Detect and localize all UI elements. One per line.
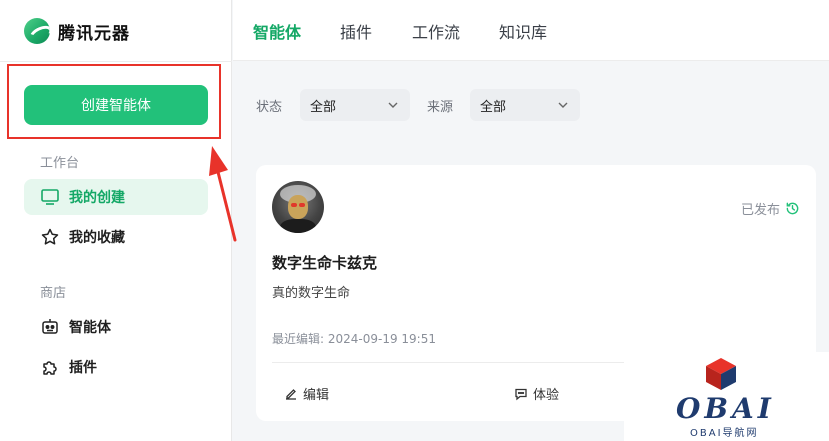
source-filter-select[interactable]: 全部 xyxy=(470,89,580,121)
edit-button[interactable]: 编辑 xyxy=(284,384,329,403)
status-text: 已发布 xyxy=(740,203,780,218)
chevron-down-icon xyxy=(558,102,568,108)
tab-knowledge-base[interactable]: 知识库 xyxy=(499,19,547,43)
tab-plugins[interactable]: 插件 xyxy=(340,19,372,43)
agent-description: 真的数字生命 xyxy=(272,286,351,301)
sidebar-item-label: 我的收藏 xyxy=(69,230,125,246)
history-icon[interactable] xyxy=(785,201,800,216)
monitor-icon xyxy=(40,187,60,207)
source-filter-value: 全部 xyxy=(480,99,507,115)
logo-text: 腾讯元器 xyxy=(58,23,130,44)
chevron-down-icon xyxy=(388,102,398,108)
annotation-arrow-icon xyxy=(209,146,237,242)
tab-agents[interactable]: 智能体 xyxy=(253,19,301,43)
edit-label: 编辑 xyxy=(303,388,330,403)
status-badge: 已发布 xyxy=(741,199,800,218)
edit-icon xyxy=(286,388,296,400)
watermark-brand: OBAI xyxy=(676,392,775,425)
try-label: 体验 xyxy=(533,388,560,403)
sidebar-item-agents[interactable]: 智能体 xyxy=(24,309,208,345)
logo[interactable]: 腾讯元器 xyxy=(24,17,130,45)
robot-icon xyxy=(40,317,60,337)
puzzle-icon xyxy=(40,357,60,377)
sidebar-item-label: 插件 xyxy=(69,360,97,376)
source-filter-label: 来源 xyxy=(427,100,454,115)
watermark: OBAI OBAI导航网 xyxy=(624,352,829,441)
divider xyxy=(0,61,232,62)
sidebar-item-my-favorites[interactable]: 我的收藏 xyxy=(24,219,208,255)
last-edited-timestamp: 最近编辑: 2024-09-19 19:51 xyxy=(272,332,436,346)
sidebar-item-my-creations[interactable]: 我的创建 xyxy=(24,179,208,215)
star-icon xyxy=(40,227,60,247)
sidebar-item-plugins[interactable]: 插件 xyxy=(24,349,208,385)
chat-icon xyxy=(515,388,527,400)
store-section-label: 商店 xyxy=(40,286,67,301)
logo-icon xyxy=(24,18,50,44)
cube-logo-icon xyxy=(706,358,736,390)
annotation-highlight-box xyxy=(7,64,221,139)
sidebar-item-label: 智能体 xyxy=(69,320,111,336)
avatar xyxy=(272,181,324,233)
tab-workflows[interactable]: 工作流 xyxy=(412,19,460,43)
status-filter-value: 全部 xyxy=(310,99,337,115)
workspace-section-label: 工作台 xyxy=(40,156,80,171)
status-filter-select[interactable]: 全部 xyxy=(300,89,410,121)
status-filter-label: 状态 xyxy=(256,100,283,115)
watermark-subtitle: OBAI导航网 xyxy=(690,428,759,439)
top-nav: 智能体 插件 工作流 知识库 xyxy=(233,0,829,61)
sidebar-item-label: 我的创建 xyxy=(69,190,125,206)
try-button[interactable]: 体验 xyxy=(514,384,559,403)
agent-name: 数字生命卡兹克 xyxy=(272,254,378,272)
